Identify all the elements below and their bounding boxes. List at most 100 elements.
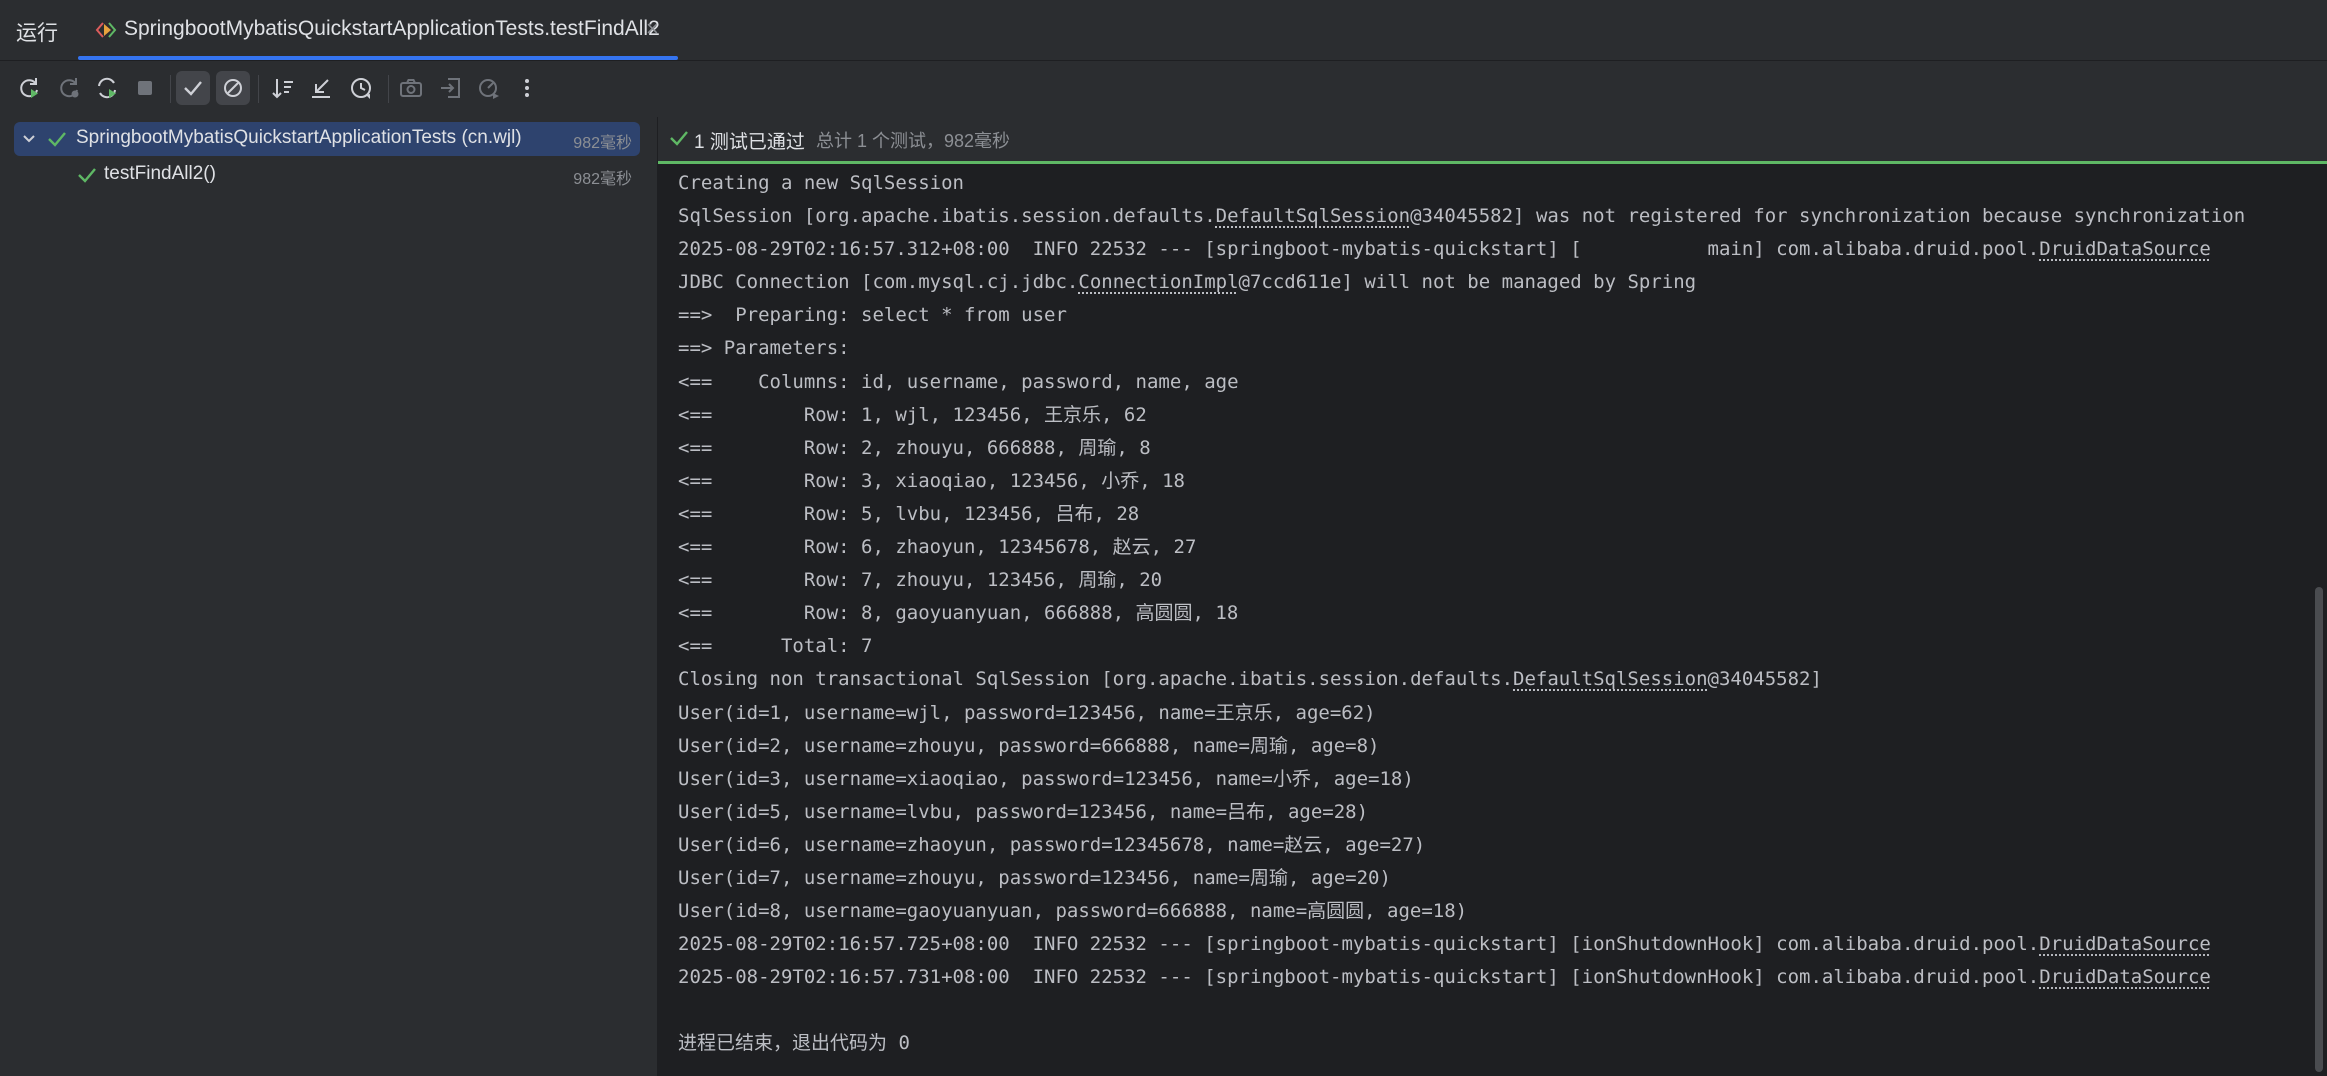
console-line: User(id=8, username=gaoyuanyuan, passwor… [678,895,2245,928]
console-text: SqlSession [org.apache.ibatis.session.de… [678,205,1216,228]
tree-item-test-method[interactable]: testFindAll2() 982毫秒 [14,158,640,192]
tree-item-test-class[interactable]: SpringbootMybatisQuickstartApplicationTe… [14,122,640,156]
console-lines: Creating a new SqlSession SqlSession [org… [678,167,2245,1061]
console-text: User(id=1, username=wjl, password=123456… [678,701,1376,724]
console-line: <== Row: 3, xiaoqiao, 123456, 小乔, 18 [678,465,2245,498]
active-tab-indicator [78,56,678,60]
console-line: 2025-08-29T02:16:57.312+08:00 INFO 22532… [678,233,2245,266]
collapse-icon[interactable] [304,71,338,105]
test-results-tree: SpringbootMybatisQuickstartApplicationTe… [0,117,658,1076]
console-line: 2025-08-29T02:16:57.725+08:00 INFO 22532… [678,928,2245,961]
tree-item-label: testFindAll2() [104,163,216,184]
console-text: 2025-08-29T02:16:57.312+08:00 INFO 22532… [678,238,2040,261]
run-window-title: 运行 [16,22,58,45]
class-link[interactable]: DruidDataSource [2039,966,2211,988]
console-line: 2025-08-29T02:16:57.731+08:00 INFO 22532… [678,961,2245,994]
console-line: <== Columns: id, username, password, nam… [678,366,2245,399]
test-status-bar: 1 测试已通过 总计 1 个测试，982毫秒 [658,117,2327,164]
import-icon[interactable] [434,71,468,105]
console-text: @7ccd611e] will not be managed by Spring [1238,271,1697,294]
console-line: User(id=5, username=lvbu, password=12345… [678,796,2245,829]
tool-window-tabbar: 运行 SpringbootMybatisQuickstartApplicatio… [0,0,2327,61]
export-icon[interactable] [472,71,506,105]
console-text: @34045582] was not registered for synchr… [1410,205,2246,228]
console-text: User(id=5, username=lvbu, password=12345… [678,800,1369,823]
console-text: <== Total: 7 [678,635,873,658]
tab-title: SpringbootMybatisQuickstartApplicationTe… [124,17,660,40]
console-text: 2025-08-29T02:16:57.731+08:00 INFO 22532… [678,966,2040,989]
chevron-down-icon[interactable] [20,129,38,152]
console-line: User(id=2, username=zhouyu, password=666… [678,730,2245,763]
console-line: <== Row: 7, zhouyu, 123456, 周瑜, 20 [678,564,2245,597]
console-line: <== Total: 7 [678,630,2245,663]
console-text: <== Row: 8, gaoyuanyuan, 666888, 高圆圆, 18 [678,602,1239,625]
show-passed-icon[interactable] [176,71,210,105]
close-icon[interactable]: × [646,16,659,42]
toolbar-separator [388,75,389,103]
rerun-icon[interactable] [12,71,46,105]
passed-check-icon [668,127,690,154]
console-text: <== Row: 7, zhouyu, 123456, 周瑜, 20 [678,569,1163,592]
class-link[interactable]: DefaultSqlSession [1216,205,1410,227]
console-text: 进程已结束，退出代码为 0 [678,1032,910,1055]
console-text: User(id=2, username=zhouyu, password=666… [678,734,1380,757]
console-text: ==> Preparing: select * from user [678,304,1067,327]
console-text: User(id=7, username=zhouyu, password=123… [678,866,1391,889]
console-line: SqlSession [org.apache.ibatis.session.de… [678,200,2245,233]
more-icon[interactable] [510,71,544,105]
stop-icon[interactable] [128,71,162,105]
console-line: ==> Parameters: [678,332,2245,365]
console-text: User(id=8, username=gaoyuanyuan, passwor… [678,900,1468,923]
console-line: User(id=3, username=xiaoqiao, password=1… [678,763,2245,796]
camera-icon[interactable] [394,71,428,105]
console-line: User(id=6, username=zhaoyun, password=12… [678,829,2245,862]
console-line: 进程已结束，退出代码为 0 [678,1027,2245,1060]
class-link[interactable]: ConnectionImpl [1078,271,1238,293]
console-line: <== Row: 8, gaoyuanyuan, 666888, 高圆圆, 18 [678,597,2245,630]
toolbar-separator [258,75,259,103]
console-line: <== Row: 1, wjl, 123456, 王京乐, 62 [678,399,2245,432]
rerun-failed-icon[interactable] [52,71,86,105]
console-text: @34045582] [1707,668,1822,691]
tree-item-label: SpringbootMybatisQuickstartApplicationTe… [76,127,522,148]
passed-check-icon [46,128,68,155]
class-link[interactable]: DruidDataSource [2039,238,2211,260]
console-text: <== Row: 5, lvbu, 123456, 吕布, 28 [678,502,1140,525]
console-scrollbar[interactable] [2315,587,2323,1072]
test-toolbar [0,61,2327,117]
console-line: ==> Preparing: select * from user [678,299,2245,332]
console-text: User(id=6, username=zhaoyun, password=12… [678,833,1426,856]
tests-summary-label: 总计 1 个测试，982毫秒 [816,131,1011,151]
console-text: <== Row: 6, zhaoyun, 12345678, 赵云, 27 [678,536,1197,559]
console-text: Creating a new SqlSession [678,172,964,194]
console-text: JDBC Connection [com.mysql.cj.jdbc. [678,271,1079,294]
console-output[interactable]: 1 测试已通过 总计 1 个测试，982毫秒 Creating a new Sq… [658,117,2327,1076]
console-line: JDBC Connection [com.mysql.cj.jdbc.Conne… [678,266,2245,299]
sort-icon[interactable] [266,71,300,105]
tree-item-duration: 982毫秒 [573,135,632,152]
console-line: Closing non transactional SqlSession [or… [678,663,2245,696]
console-text: <== Row: 3, xiaoqiao, 123456, 小乔, 18 [678,469,1185,492]
console-line: <== Row: 6, zhaoyun, 12345678, 赵云, 27 [678,531,2245,564]
tests-passed-label: 1 测试已通过 [694,132,805,153]
console-text: <== Row: 2, zhouyu, 666888, 周瑜, 8 [678,436,1151,459]
console-text: Closing non transactional SqlSession [or… [678,668,1514,691]
class-link[interactable]: DruidDataSource [2039,933,2211,955]
console-text: <== Row: 1, wjl, 123456, 王京乐, 62 [678,403,1147,426]
console-line: <== Row: 5, lvbu, 123456, 吕布, 28 [678,498,2245,531]
test-config-icon [94,18,118,42]
toggle-auto-test-icon[interactable] [90,71,124,105]
history-icon[interactable] [344,71,378,105]
console-text: <== Columns: id, username, password, nam… [678,370,1239,393]
toolbar-separator [170,75,171,103]
console-text: ==> Parameters: [678,337,862,360]
class-link[interactable]: DefaultSqlSession [1513,668,1707,690]
tree-item-duration: 982毫秒 [573,171,632,188]
passed-check-icon [76,164,98,191]
console-text: 2025-08-29T02:16:57.725+08:00 INFO 22532… [678,933,2040,956]
show-ignored-icon[interactable] [216,71,250,105]
console-line: <== Row: 2, zhouyu, 666888, 周瑜, 8 [678,432,2245,465]
console-line: Creating a new SqlSession [678,167,2245,200]
tab-test-run[interactable]: SpringbootMybatisQuickstartApplicationTe… [78,0,678,60]
